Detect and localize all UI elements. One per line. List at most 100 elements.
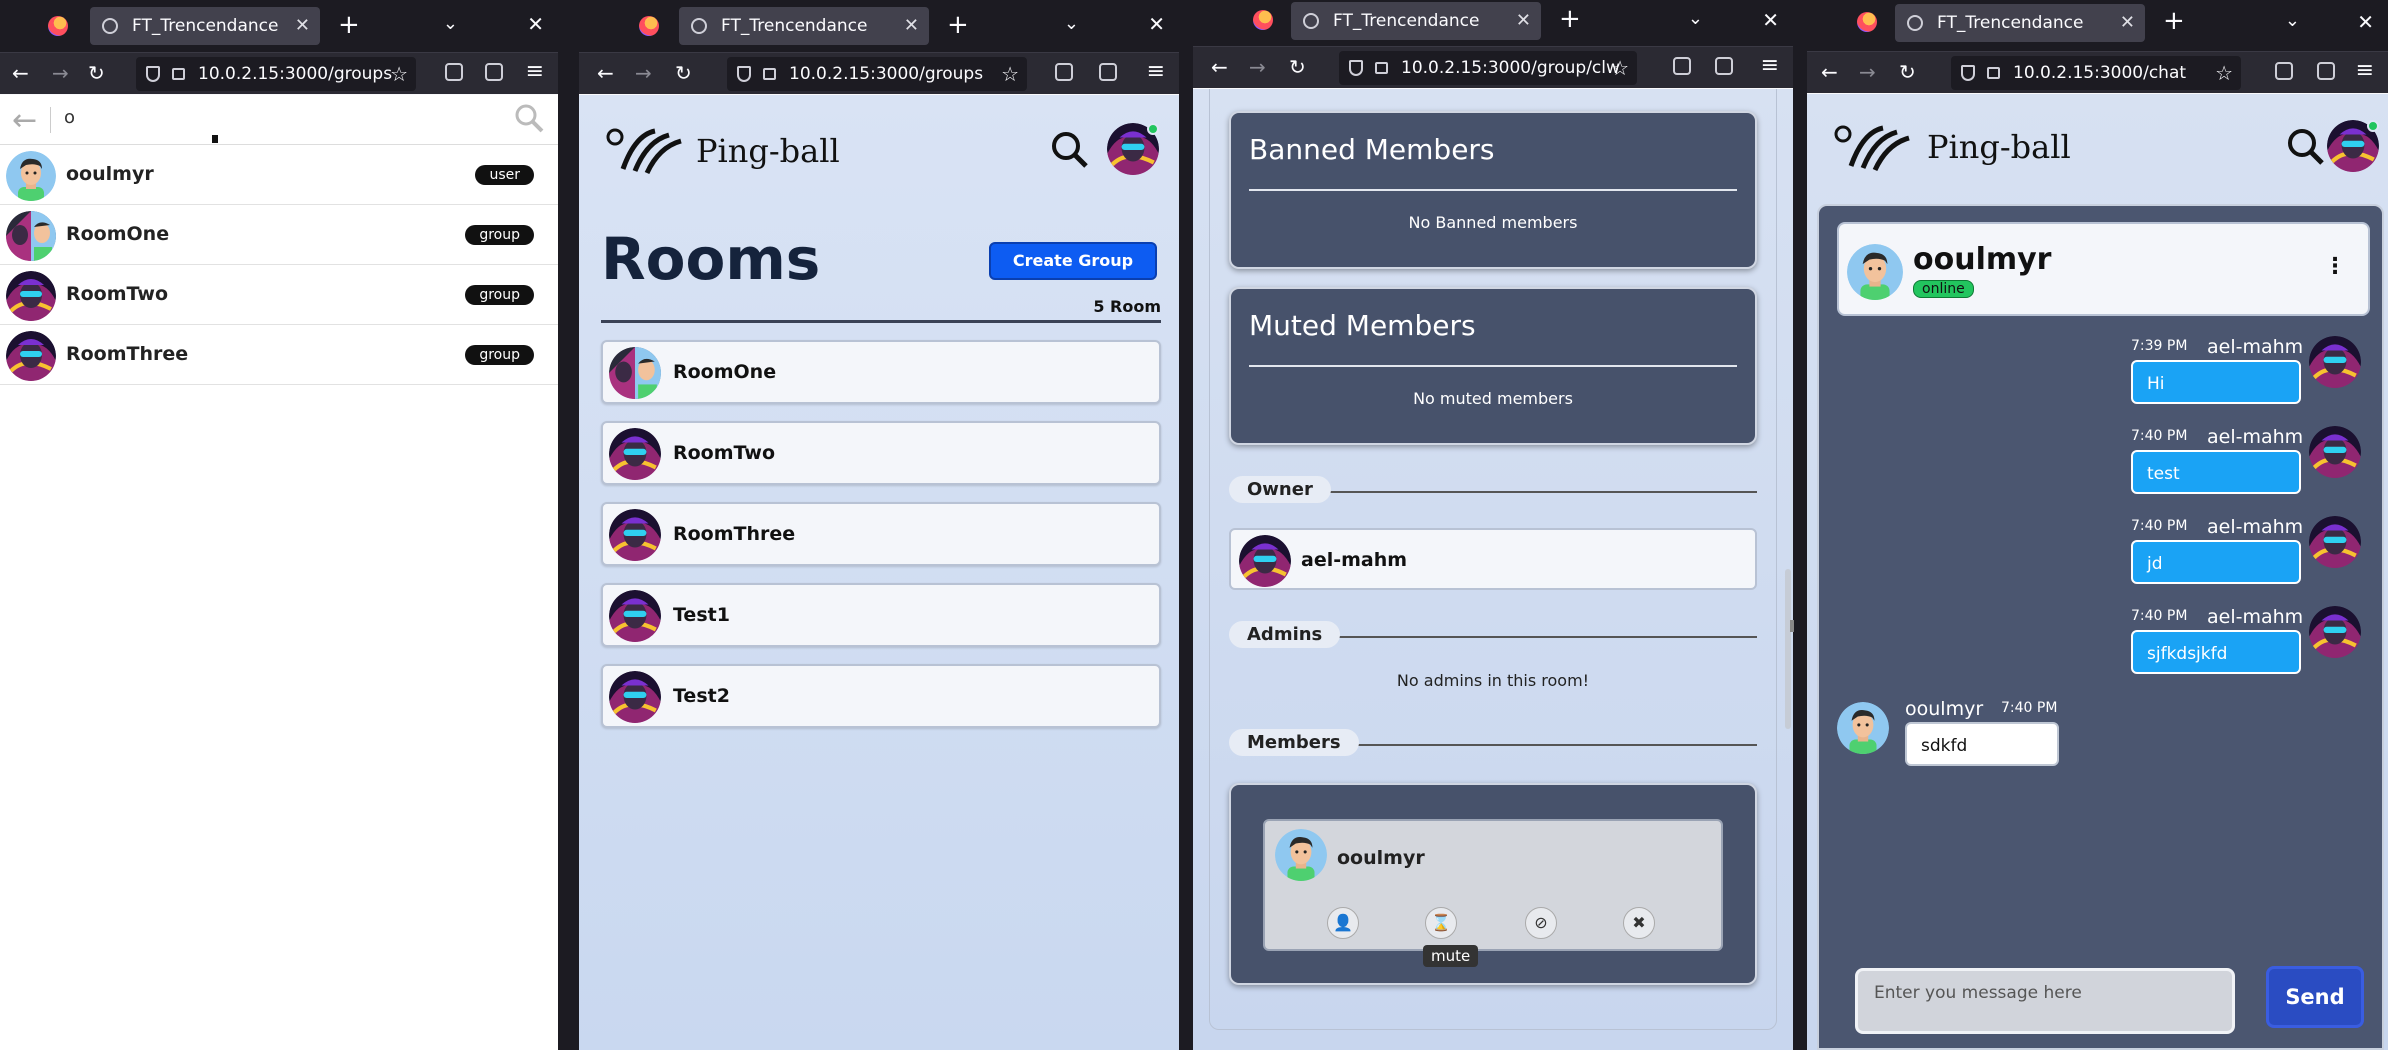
back-button[interactable]: ← xyxy=(1211,55,1228,79)
reload-button[interactable]: ↻ xyxy=(1289,55,1306,79)
tracking-shield-icon[interactable] xyxy=(146,66,160,82)
tracking-shield-icon[interactable] xyxy=(1961,65,1975,81)
search-result[interactable]: RoomThree group xyxy=(0,325,558,385)
firefox-icon xyxy=(48,16,68,36)
url-text: 10.0.2.15:3000/chat xyxy=(2013,63,2187,83)
search-input[interactable]: o xyxy=(64,107,75,128)
extensions-icon[interactable] xyxy=(1099,63,1117,81)
back-arrow-icon[interactable]: ← xyxy=(12,103,37,138)
message-author: ael-mahm xyxy=(2207,516,2304,538)
window-divider-handle[interactable] xyxy=(1790,620,1794,632)
lock-icon[interactable] xyxy=(1375,62,1388,74)
search-result[interactable]: ooulmyr user xyxy=(0,145,558,205)
tab-list-chevron-icon[interactable]: ⌄ xyxy=(1064,13,1079,34)
ping-ball-logo-icon[interactable] xyxy=(1833,122,1913,172)
search-icon[interactable] xyxy=(2285,126,2325,166)
pocket-icon[interactable] xyxy=(445,63,463,81)
room-item[interactable]: Test2 xyxy=(601,664,1161,728)
browser-tab[interactable]: FT_Trencendance ✕ xyxy=(1291,2,1541,40)
new-tab-button[interactable]: + xyxy=(1559,4,1581,34)
profile-avatar[interactable] xyxy=(1107,123,1159,175)
menu-icon[interactable]: ≡ xyxy=(1761,53,1779,78)
brand-name[interactable]: Ping-ball xyxy=(1927,128,2071,166)
kick-user-icon[interactable]: ✖ xyxy=(1623,907,1655,939)
tracking-shield-icon[interactable] xyxy=(1349,60,1363,76)
tab-close-icon[interactable]: ✕ xyxy=(2120,4,2135,42)
tab-list-chevron-icon[interactable]: ⌄ xyxy=(2285,10,2300,31)
lock-icon[interactable] xyxy=(1987,67,2000,79)
owner-card[interactable]: ael-mahm xyxy=(1229,528,1757,590)
back-button[interactable]: ← xyxy=(597,61,614,85)
url-bar[interactable]: 10.0.2.15:3000/groups ☆ xyxy=(136,57,416,91)
send-button[interactable]: Send xyxy=(2266,966,2364,1028)
ping-ball-logo-icon[interactable] xyxy=(605,125,685,175)
brand-name[interactable]: Ping-ball xyxy=(696,132,840,170)
reload-button[interactable]: ↻ xyxy=(675,61,692,85)
more-options-icon[interactable]: ⋮ xyxy=(2324,254,2346,279)
window-close-button[interactable]: ✕ xyxy=(2357,10,2374,34)
browser-tab[interactable]: FT_Trencendance ✕ xyxy=(1895,4,2145,42)
menu-icon[interactable]: ≡ xyxy=(2356,58,2374,83)
mute-hourglass-icon[interactable]: ⌛ xyxy=(1425,907,1457,939)
extensions-icon[interactable] xyxy=(485,63,503,81)
avatar[interactable] xyxy=(1847,244,1903,300)
window-close-button[interactable]: ✕ xyxy=(1148,12,1165,36)
window-close-button[interactable]: ✕ xyxy=(527,12,544,36)
new-tab-button[interactable]: + xyxy=(338,10,360,40)
profile-icon[interactable]: 👤 xyxy=(1327,907,1359,939)
bookmark-star-icon[interactable]: ☆ xyxy=(1001,57,1019,91)
new-tab-button[interactable]: + xyxy=(947,10,969,40)
room-item[interactable]: RoomThree xyxy=(601,502,1161,566)
forward-button[interactable]: → xyxy=(1859,60,1876,84)
forward-button[interactable]: → xyxy=(52,61,69,85)
search-icon[interactable] xyxy=(1049,129,1089,169)
member-card[interactable]: ooulmyr 👤 ⌛ ⊘ ✖ mute xyxy=(1263,819,1723,967)
tab-close-icon[interactable]: ✕ xyxy=(904,7,919,45)
browser-tab[interactable]: FT_Trencendance ✕ xyxy=(90,7,320,45)
search-result[interactable]: RoomOne group xyxy=(0,205,558,265)
message-input[interactable]: Enter you message here xyxy=(1855,968,2235,1034)
back-button[interactable]: ← xyxy=(1821,60,1838,84)
tab-close-icon[interactable]: ✕ xyxy=(295,7,310,45)
search-result[interactable]: RoomTwo group xyxy=(0,265,558,325)
create-group-button[interactable]: Create Group xyxy=(989,242,1157,280)
forward-button[interactable]: → xyxy=(635,61,652,85)
tab-close-icon[interactable]: ✕ xyxy=(1516,2,1531,40)
url-bar[interactable]: 10.0.2.15:3000/groups ☆ xyxy=(727,57,1027,91)
back-button[interactable]: ← xyxy=(12,61,29,85)
contact-name[interactable]: ooulmyr xyxy=(1913,242,2051,277)
room-name: RoomOne xyxy=(673,361,777,383)
room-item[interactable]: RoomOne xyxy=(601,340,1161,404)
room-item[interactable]: Test1 xyxy=(601,583,1161,647)
banned-members-panel: Banned Members No Banned members xyxy=(1229,111,1757,269)
tab-list-chevron-icon[interactable]: ⌄ xyxy=(1688,8,1703,29)
tab-title: FT_Trencendance xyxy=(721,16,868,36)
menu-icon[interactable]: ≡ xyxy=(1147,59,1165,84)
forward-button[interactable]: → xyxy=(1249,55,1266,79)
extensions-icon[interactable] xyxy=(1715,57,1733,75)
tracking-shield-icon[interactable] xyxy=(737,66,751,82)
url-bar[interactable]: 10.0.2.15:3000/group/clw ☆ xyxy=(1339,51,1637,85)
url-bar[interactable]: 10.0.2.15:3000/chat ☆ xyxy=(1951,56,2241,90)
ban-icon[interactable]: ⊘ xyxy=(1525,907,1557,939)
lock-icon[interactable] xyxy=(763,68,776,80)
bookmark-star-icon[interactable]: ☆ xyxy=(1611,51,1629,85)
pocket-icon[interactable] xyxy=(1055,63,1073,81)
tab-list-chevron-icon[interactable]: ⌄ xyxy=(443,13,458,34)
lock-icon[interactable] xyxy=(172,68,185,80)
search-icon[interactable] xyxy=(514,103,544,133)
menu-icon[interactable]: ≡ xyxy=(526,59,544,84)
profile-avatar[interactable] xyxy=(2327,120,2379,172)
scrollbar[interactable] xyxy=(1785,569,1791,729)
reload-button[interactable]: ↻ xyxy=(1899,60,1916,84)
bookmark-star-icon[interactable]: ☆ xyxy=(2215,56,2233,90)
browser-tab[interactable]: FT_Trencendance ✕ xyxy=(679,7,929,45)
new-tab-button[interactable]: + xyxy=(2163,6,2185,36)
bookmark-star-icon[interactable]: ☆ xyxy=(390,57,408,91)
extensions-icon[interactable] xyxy=(2317,62,2335,80)
room-item[interactable]: RoomTwo xyxy=(601,421,1161,485)
reload-button[interactable]: ↻ xyxy=(88,61,105,85)
window-close-button[interactable]: ✕ xyxy=(1762,8,1779,32)
pocket-icon[interactable] xyxy=(1673,57,1691,75)
pocket-icon[interactable] xyxy=(2275,62,2293,80)
